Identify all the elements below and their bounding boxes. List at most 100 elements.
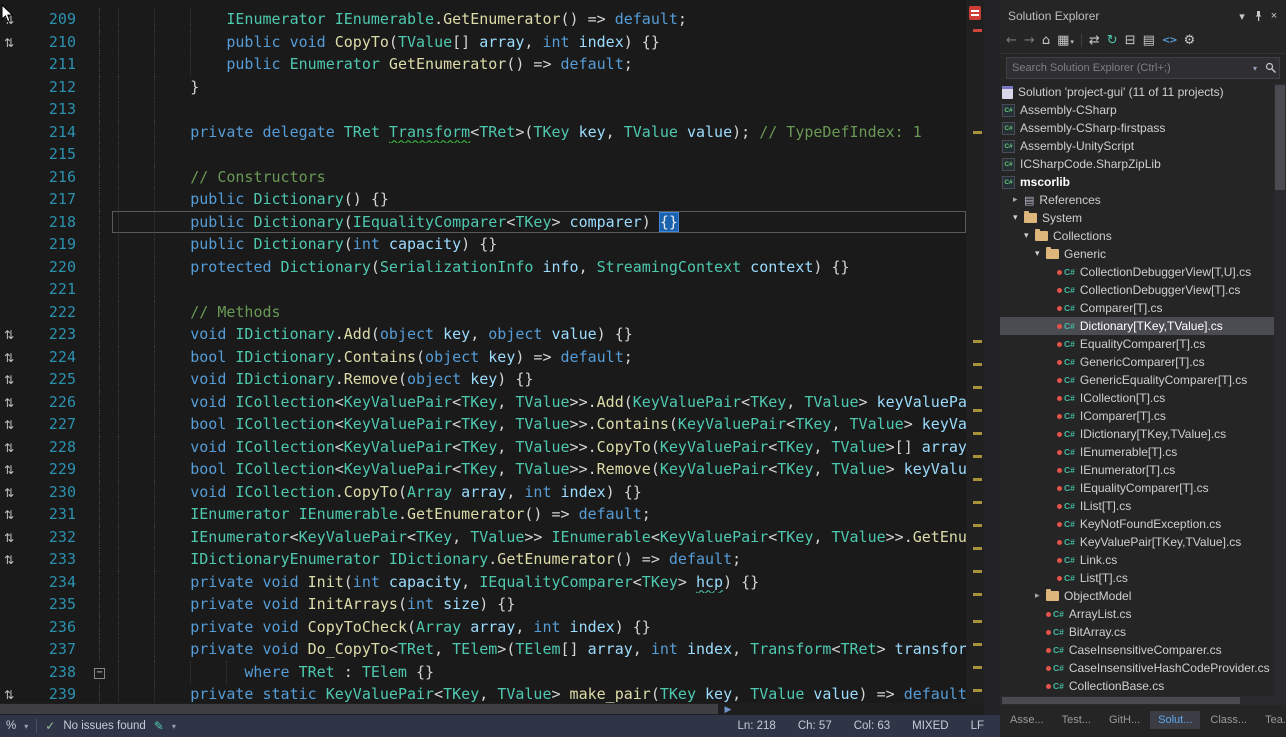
code-line[interactable]: ⇅223void IDictionary.Add(object key, obj… — [0, 323, 966, 346]
edit-mode-pen-icon[interactable]: ✎ — [154, 719, 164, 733]
line-number[interactable]: 221 — [18, 278, 84, 301]
code-text[interactable]: private void Init(int capacity, IEqualit… — [112, 571, 966, 594]
code-text[interactable]: } — [112, 76, 966, 99]
gutter-margin[interactable]: ⇅ — [0, 526, 18, 549]
gutter-margin[interactable] — [0, 143, 18, 166]
line-number[interactable]: 233 — [18, 548, 84, 571]
updown-arrows-icon[interactable]: ⇅ — [4, 373, 14, 387]
gutter-margin[interactable] — [0, 301, 18, 324]
fold-margin[interactable] — [84, 278, 112, 301]
code-line[interactable]: 215 — [0, 143, 966, 166]
fold-margin[interactable] — [84, 76, 112, 99]
updown-arrows-icon[interactable]: ⇅ — [4, 486, 14, 500]
line-number[interactable]: 236 — [18, 616, 84, 639]
gutter-margin[interactable]: ⇅ — [0, 503, 18, 526]
gutter-margin[interactable]: ⇅ — [0, 436, 18, 459]
fold-margin[interactable] — [84, 98, 112, 121]
code-line[interactable]: 211public Enumerator GetEnumerator() => … — [0, 53, 966, 76]
line-number[interactable]: 239 — [18, 683, 84, 703]
tree-hscrollbar-thumb[interactable] — [1002, 697, 1240, 704]
code-line[interactable]: ⇅209IEnumerator IEnumerable.GetEnumerato… — [0, 8, 966, 31]
gutter-margin[interactable]: ⇅ — [0, 31, 18, 54]
code-line[interactable]: ⇅233IDictionaryEnumerator IDictionary.Ge… — [0, 548, 966, 571]
tree-item[interactable]: C#IEnumerator[T].cs — [1000, 461, 1286, 479]
fold-margin[interactable] — [84, 638, 112, 661]
code-line[interactable]: 213 — [0, 98, 966, 121]
tree-item[interactable]: C#CollectionDebuggerView[T,U].cs — [1000, 263, 1286, 281]
gutter-margin[interactable] — [0, 53, 18, 76]
horizontal-scrollbar-thumb[interactable] — [0, 704, 718, 714]
code-text[interactable]: bool ICollection<KeyValuePair<TKey, TVal… — [112, 413, 966, 436]
code-text[interactable] — [112, 143, 966, 166]
tree-item[interactable]: C#Assembly-CSharp — [1000, 101, 1286, 119]
fold-margin[interactable] — [84, 143, 112, 166]
line-indicator[interactable]: Ln: 218 — [737, 720, 775, 732]
line-number[interactable]: 228 — [18, 436, 84, 459]
tree-item[interactable]: C#CollectionDebuggerView[T].cs — [1000, 281, 1286, 299]
gutter-margin[interactable] — [0, 211, 18, 234]
issues-status[interactable]: No issues found — [63, 720, 145, 732]
line-number[interactable]: 222 — [18, 301, 84, 324]
fold-margin[interactable] — [84, 323, 112, 346]
gutter-margin[interactable]: ⇅ — [0, 391, 18, 414]
gutter-margin[interactable]: ⇅ — [0, 683, 18, 703]
code-text[interactable]: void ICollection<KeyValuePair<TKey, TVal… — [112, 391, 966, 414]
tree-item[interactable]: C#mscorlib — [1000, 173, 1286, 191]
line-number[interactable]: 210 — [18, 31, 84, 54]
code-lines[interactable]: ⇅209IEnumerator IEnumerable.GetEnumerato… — [0, 8, 966, 703]
fold-margin[interactable] — [84, 166, 112, 189]
tree-item[interactable]: C#EqualityComparer[T].cs — [1000, 335, 1286, 353]
updown-arrows-icon[interactable]: ⇅ — [4, 553, 14, 567]
tree-item[interactable]: ▾Generic — [1000, 245, 1286, 263]
gutter-margin[interactable] — [0, 593, 18, 616]
tree-vertical-scrollbar[interactable] — [1274, 83, 1286, 696]
tree-item[interactable]: C#CaseInsensitiveComparer.cs — [1000, 641, 1286, 659]
editor-horizontal-scrollbar[interactable]: ▶ — [0, 703, 984, 715]
gutter-margin[interactable] — [0, 638, 18, 661]
expander-icon[interactable]: ▸ — [1013, 195, 1024, 205]
fold-margin[interactable] — [84, 121, 112, 144]
tree-scrollbar-thumb[interactable] — [1275, 85, 1285, 190]
gutter-margin[interactable] — [0, 571, 18, 594]
fold-margin[interactable] — [84, 8, 112, 31]
search-box[interactable]: Search Solution Explorer (Ctrl+;) ▾ — [1006, 57, 1280, 79]
line-number[interactable]: 219 — [18, 233, 84, 256]
line-number[interactable]: 234 — [18, 571, 84, 594]
line-number[interactable]: 229 — [18, 458, 84, 481]
tool-window-tab[interactable]: Test... — [1054, 711, 1099, 729]
close-icon[interactable]: × — [1266, 8, 1282, 24]
updown-arrows-icon[interactable]: ⇅ — [4, 688, 14, 702]
code-line[interactable]: ⇅226void ICollection<KeyValuePair<TKey, … — [0, 391, 966, 414]
code-line[interactable]: ⇅225void IDictionary.Remove(object key) … — [0, 368, 966, 391]
refresh-button[interactable]: ↻ — [1107, 33, 1118, 48]
code-text[interactable]: IEnumerator IEnumerable.GetEnumerator() … — [112, 503, 966, 526]
line-number[interactable]: 213 — [18, 98, 84, 121]
code-text[interactable]: public Dictionary() {} — [112, 188, 966, 211]
code-line[interactable]: 234 private void Init(int capacity, IEqua… — [0, 571, 966, 594]
fold-margin[interactable] — [84, 481, 112, 504]
gutter-margin[interactable] — [0, 233, 18, 256]
updown-arrows-icon[interactable]: ⇅ — [4, 328, 14, 342]
code-text[interactable]: // Constructors — [112, 166, 966, 189]
editor-vertical-scrollbar[interactable] — [966, 0, 984, 703]
tree-item[interactable]: C#IEnumerable[T].cs — [1000, 443, 1286, 461]
code-text[interactable]: private delegate TRet Transform<TRet>(TK… — [112, 121, 966, 144]
tool-window-tab[interactable]: Asse... — [1002, 711, 1052, 729]
line-number[interactable]: 217 — [18, 188, 84, 211]
code-text[interactable]: IEnumerator IEnumerable.GetEnumerator() … — [112, 8, 966, 31]
tree-item[interactable]: C#GenericComparer[T].cs — [1000, 353, 1286, 371]
updown-arrows-icon[interactable]: ⇅ — [4, 396, 14, 410]
code-text[interactable]: protected Dictionary(SerializationInfo i… — [112, 256, 966, 279]
code-text[interactable]: void IDictionary.Remove(object key) {} — [112, 368, 966, 391]
tree-item[interactable]: C#Assembly-CSharp-firstpass — [1000, 119, 1286, 137]
line-number[interactable]: 235 — [18, 593, 84, 616]
expander-icon[interactable]: ▸ — [1035, 591, 1046, 601]
tree-item[interactable]: C#KeyNotFoundException.cs — [1000, 515, 1286, 533]
fold-margin[interactable] — [84, 233, 112, 256]
code-line[interactable]: ⇅239private static KeyValuePair<TKey, TV… — [0, 683, 966, 703]
code-line[interactable]: ⇅224bool IDictionary.Contains(object key… — [0, 346, 966, 369]
pen-caret-icon[interactable]: ▾ — [172, 722, 176, 731]
tool-window-tab[interactable]: GitH... — [1101, 711, 1148, 729]
tree-item[interactable]: C#ArrayList.cs — [1000, 605, 1286, 623]
tree-item[interactable]: C#ICollection[T].cs — [1000, 389, 1286, 407]
